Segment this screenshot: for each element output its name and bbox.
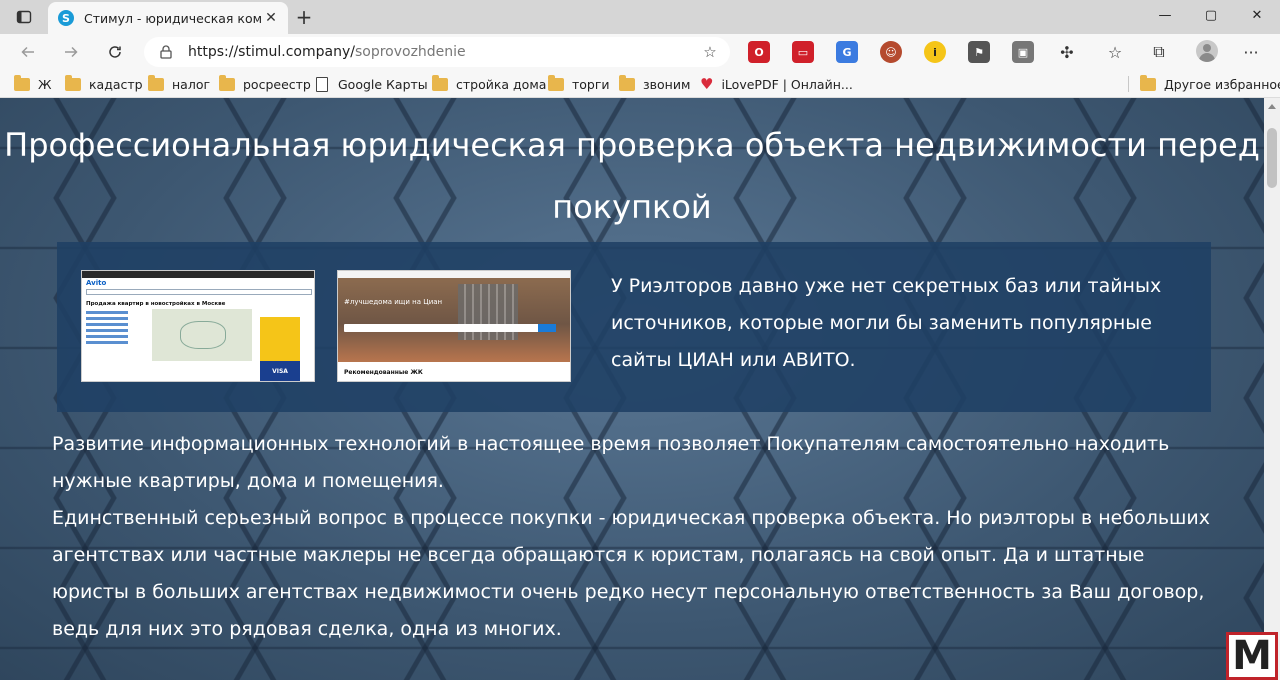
cube-extension-icon[interactable]: ▣ [1012,41,1034,63]
screenshot-ad-banner: VISA [260,317,300,381]
folder-icon [14,74,30,91]
favorites-icon[interactable]: ☆ [1104,41,1126,63]
document-icon [316,76,328,92]
profile-avatar[interactable] [1196,40,1218,62]
close-window-button[interactable]: ✕ [1234,0,1280,30]
bookmark-zvonim[interactable]: звоним [619,74,690,94]
folder-icon [548,74,564,91]
bookmark-label: стройка дома [456,76,547,92]
url-host: https://stimul.company/ [188,44,355,60]
bookmark-label: iLovePDF | Онлайн... [721,76,853,92]
bookmark-zh[interactable]: Ж [14,74,51,94]
body-paragraph: Единственный серьезный вопрос в процессе… [52,507,1211,640]
active-tab[interactable]: S Стимул - юридическая компания ✕ [48,2,288,34]
info-panel: Avito Продажа квартир в новостройках в М… [57,242,1211,412]
folder-icon [219,74,235,91]
page-title: Профессиональная юридическая проверка об… [4,126,1260,226]
maximize-button[interactable]: ▢ [1188,0,1234,30]
folder-icon [1140,74,1156,91]
tab-actions-button[interactable] [8,5,40,29]
panel-text: У Риэлторов давно уже нет секретных баз … [611,275,1162,371]
add-favorite-star-icon[interactable]: ☆ [700,42,720,62]
yellow-i-extension-icon[interactable]: i [924,41,946,63]
screenshot-map [152,309,252,361]
watermark-logo: M [1226,632,1278,680]
tab-close-icon[interactable]: ✕ [262,9,280,27]
folder-icon [432,74,448,91]
forward-arrow-icon [65,46,78,58]
new-tab-button[interactable]: + [292,5,316,29]
screenshot-topbar [338,271,570,278]
back-button[interactable] [14,38,42,66]
scrollbar-thumb[interactable] [1267,128,1277,188]
url-path: soprovozhdenie [354,44,466,60]
bookmark-label: звоним [643,76,691,92]
watermark-letter: M [1232,633,1272,679]
bookmark-other-favorites[interactable]: Другое избранное [1140,74,1280,94]
avatar-extension-icon[interactable]: ☺ [880,41,902,63]
screenshot-caption: Рекомендованные ЖК [344,369,423,376]
visa-logo: VISA [260,361,300,381]
lock-icon[interactable] [160,45,174,59]
screenshot-search-bar [344,324,556,332]
flag-extension-icon[interactable]: ⚑ [968,41,990,63]
minimize-button[interactable]: — [1142,0,1188,30]
folder-icon [148,74,164,91]
bookmark-label: Ж [38,76,52,92]
reload-button[interactable] [101,38,129,66]
avito-logo: Avito [86,279,107,287]
bookmark-label: кадастр [89,76,143,92]
translate-extension-icon[interactable]: G [836,41,858,63]
screenshot-hero-text: #лучшедома ищи на Циан [344,298,443,306]
screenshot-topbar [82,271,314,278]
page-content: Профессиональная юридическая проверка об… [0,98,1264,680]
bookmark-label: налог [172,76,211,92]
screenshot-hero: #лучшедома ищи на Циан [338,278,570,362]
bookmark-nalog[interactable]: налог [148,74,210,94]
bookmark-kadastr[interactable]: кадастр [65,74,143,94]
tab-actions-icon [16,10,32,24]
screenshot-link-list [86,311,146,347]
bookmarks-divider [1128,76,1129,92]
bookmark-label: Google Карты [338,76,428,92]
collections-icon[interactable]: ⧉ [1148,41,1170,63]
cian-screenshot-image: #лучшедома ищи на Циан Рекомендованные Ж… [337,270,571,382]
bookmark-ilovepdf[interactable]: ♥ iLovePDF | Онлайн... [700,74,853,94]
bookmark-google-maps[interactable]: Google Карты [316,74,428,94]
screenshot-search-button [538,324,556,332]
bookmark-rosreestr[interactable]: росреестр [219,74,311,94]
avito-screenshot-image: Avito Продажа квартир в новостройках в М… [81,270,315,382]
bookmark-label: Другое избранное [1164,76,1280,92]
settings-more-icon[interactable]: ··· [1240,41,1262,63]
address-bar[interactable]: https://stimul.company/soprovozhdenie ☆ [144,37,730,67]
scroll-up-arrow-icon[interactable] [1268,104,1276,109]
forward-button[interactable] [57,38,85,66]
screenshot-heading: Продажа квартир в новостройках в Москве [86,301,226,307]
back-arrow-icon [21,46,34,58]
screenshot-search-bar [86,289,312,295]
body-paragraph: Развитие информационных технологий в нас… [52,433,1170,492]
heart-icon: ♥ [700,75,714,93]
red-extension-icon[interactable]: ▭ [792,41,814,63]
bookmark-torgi[interactable]: торги [548,74,610,94]
folder-icon [619,74,635,91]
bookmarks-bar: Ж кадастр налог росреестр Google Карты с… [0,70,1280,98]
folder-icon [65,74,81,91]
url-text[interactable]: https://stimul.company/soprovozhdenie [188,44,700,60]
site-favicon-icon: S [58,10,74,26]
tab-strip: S Стимул - юридическая компания ✕ + — ▢ … [0,0,1280,34]
vertical-scrollbar[interactable] [1264,98,1280,680]
opera-extension-icon[interactable]: O [748,41,770,63]
reload-icon [109,46,121,58]
tab-title: Стимул - юридическая компания [84,10,262,26]
bookmark-label: торги [572,76,610,92]
browser-toolbar: https://stimul.company/soprovozhdenie ☆ … [0,34,1280,70]
body-text: Развитие информационных технологий в нас… [52,426,1222,648]
bookmark-stroyka-doma[interactable]: стройка дома [432,74,546,94]
extensions-puzzle-icon[interactable]: ✣ [1056,41,1078,63]
bookmark-label: росреестр [243,76,311,92]
